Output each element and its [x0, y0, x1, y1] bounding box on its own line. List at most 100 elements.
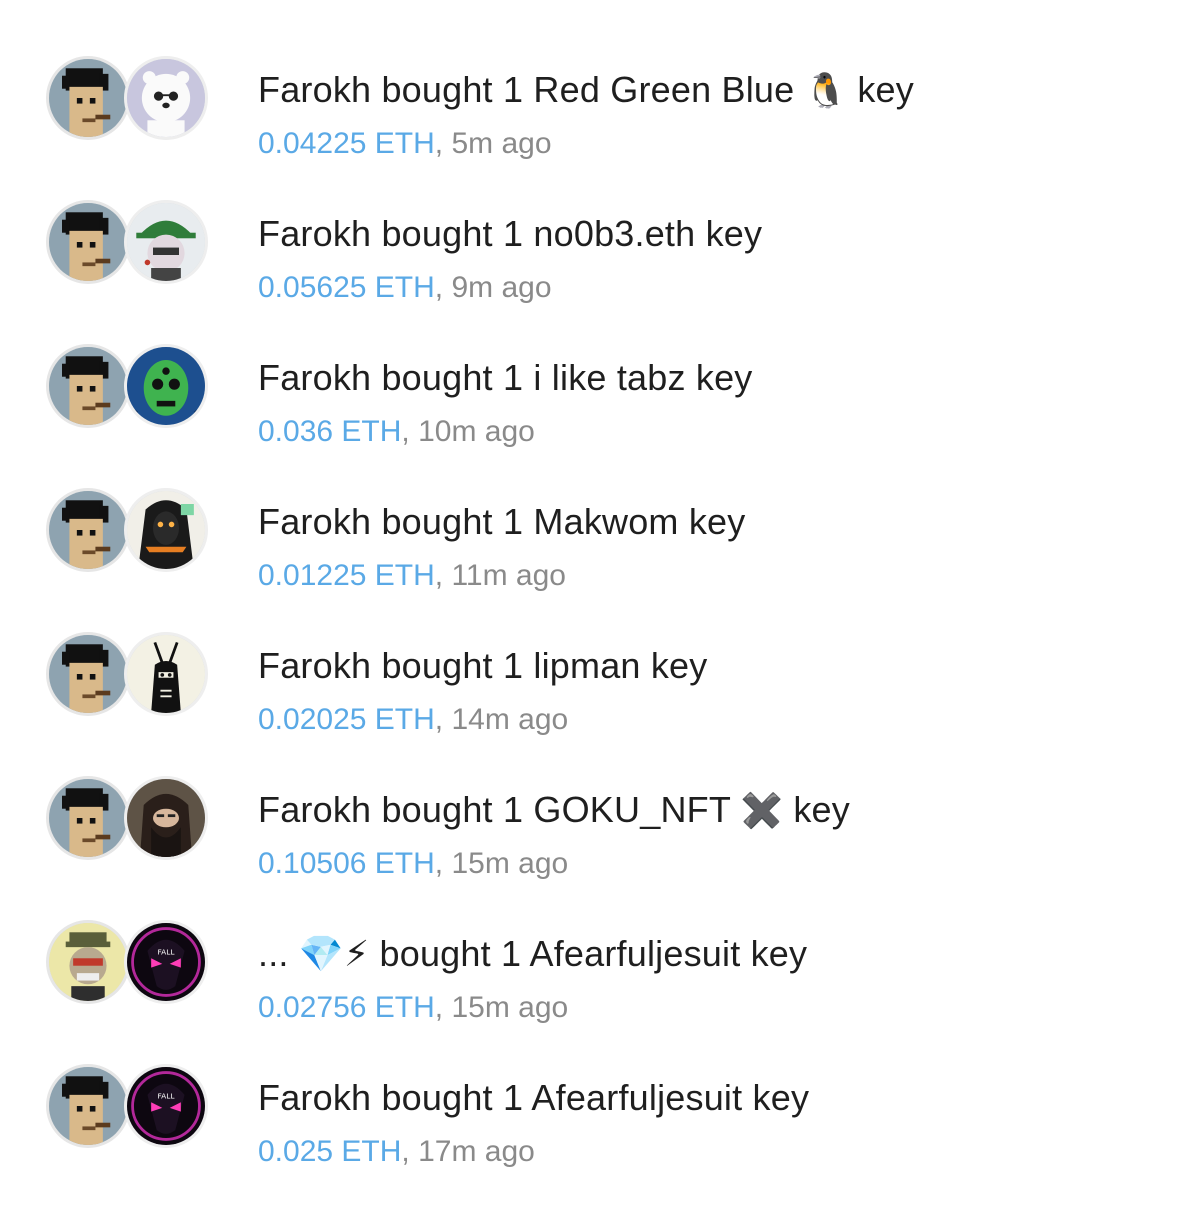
- timestamp: 5m ago: [451, 127, 552, 160]
- key-label: key: [650, 645, 708, 686]
- timestamp: 9m ago: [451, 271, 552, 304]
- punk-avatar[interactable]: [46, 632, 130, 716]
- separator: ,: [434, 127, 444, 160]
- activity-row[interactable]: FALL Farokh bought 1 Afearfuljesuit key …: [0, 1064, 1200, 1208]
- activity-headline: Farokh bought 1 GOKU_NFT ✖️ key: [258, 788, 850, 833]
- avatar-pair: [46, 632, 216, 728]
- action-verb: bought: [379, 933, 491, 974]
- buyer-name[interactable]: Farokh: [258, 69, 371, 110]
- activity-meta: 0.025 ETH, 17m ago: [258, 1134, 535, 1170]
- subject-name[interactable]: lipman: [533, 645, 640, 686]
- key-label: key: [705, 213, 763, 254]
- buyer-name[interactable]: Farokh: [258, 645, 371, 686]
- activity-meta: 0.05625 ETH, 9m ago: [258, 270, 552, 306]
- activity-row[interactable]: Farokh bought 1 Red Green Blue 🐧 key 0.0…: [0, 56, 1200, 200]
- subject-name[interactable]: Afearfuljesuit: [531, 1077, 742, 1118]
- subject-name[interactable]: Makwom: [533, 501, 678, 542]
- avatar-pair: [46, 200, 216, 296]
- subject-name[interactable]: no0b3.eth: [533, 213, 695, 254]
- svg-text:FALL: FALL: [158, 1092, 176, 1101]
- activity-row[interactable]: Farokh bought 1 Makwom key 0.01225 ETH, …: [0, 488, 1200, 632]
- subject-name[interactable]: Red Green Blue: [533, 69, 794, 110]
- buyer-name[interactable]: Farokh: [258, 501, 371, 542]
- price[interactable]: 0.01225 ETH: [258, 559, 435, 592]
- key-label: key: [695, 357, 753, 398]
- veiled-person-avatar[interactable]: [124, 776, 208, 860]
- action-verb: bought: [381, 501, 493, 542]
- quantity: 1: [502, 69, 524, 110]
- alien-avatar[interactable]: FALL: [124, 920, 208, 1004]
- buyer-name[interactable]: Farokh: [258, 357, 371, 398]
- buyer-name[interactable]: Farokh: [258, 213, 371, 254]
- ape-avatar[interactable]: [46, 920, 130, 1004]
- avatar-pair: FALL: [46, 1064, 216, 1160]
- quantity: 1: [502, 213, 524, 254]
- activity-row[interactable]: Farokh bought 1 GOKU_NFT ✖️ key 0.10506 …: [0, 776, 1200, 920]
- punk-avatar[interactable]: [46, 344, 130, 428]
- polar-bear-avatar[interactable]: [124, 56, 208, 140]
- cap-character-avatar[interactable]: [124, 200, 208, 284]
- price[interactable]: 0.04225 ETH: [258, 127, 435, 160]
- avatar-pair: [46, 488, 216, 584]
- action-verb: bought: [381, 69, 493, 110]
- separator: ,: [434, 271, 444, 304]
- quantity: 1: [502, 501, 524, 542]
- price[interactable]: 0.10506 ETH: [258, 847, 435, 880]
- subject-name[interactable]: i like tabz: [533, 357, 685, 398]
- activity-meta: 0.02025 ETH, 14m ago: [258, 702, 568, 738]
- activity-row[interactable]: Farokh bought 1 i like tabz key 0.036 ET…: [0, 344, 1200, 488]
- hooded-figure-avatar[interactable]: [124, 488, 208, 572]
- subject-name[interactable]: Afearfuljesuit: [529, 933, 740, 974]
- action-verb: bought: [381, 357, 493, 398]
- activity-headline: Farokh bought 1 Red Green Blue 🐧 key: [258, 68, 914, 113]
- penguin-icon: 🐧: [804, 71, 848, 111]
- separator: ,: [434, 703, 444, 736]
- timestamp: 10m ago: [418, 415, 535, 448]
- key-label: key: [752, 1077, 810, 1118]
- key-label: key: [688, 501, 746, 542]
- price[interactable]: 0.02025 ETH: [258, 703, 435, 736]
- separator: ,: [401, 1135, 410, 1168]
- separator: ,: [434, 991, 444, 1024]
- alien-avatar[interactable]: FALL: [124, 1064, 208, 1148]
- activity-headline: Farokh bought 1 Afearfuljesuit key: [258, 1076, 809, 1120]
- activity-headline: Farokh bought 1 lipman key: [258, 644, 707, 688]
- punk-avatar[interactable]: [46, 1064, 130, 1148]
- buyer-name[interactable]: ... 💎⚡: [258, 933, 369, 974]
- buyer-name[interactable]: Farokh: [258, 789, 371, 830]
- avatar-pair: [46, 344, 216, 440]
- action-verb: bought: [381, 1077, 493, 1118]
- price[interactable]: 0.02756 ETH: [258, 991, 435, 1024]
- price[interactable]: 0.05625 ETH: [258, 271, 435, 304]
- punk-avatar[interactable]: [46, 200, 130, 284]
- activity-meta: 0.10506 ETH, 15m ago: [258, 846, 568, 882]
- timestamp: 17m ago: [418, 1135, 535, 1168]
- activity-row[interactable]: Farokh bought 1 no0b3.eth key 0.05625 ET…: [0, 200, 1200, 344]
- punk-avatar[interactable]: [46, 56, 130, 140]
- punk-avatar[interactable]: [46, 776, 130, 860]
- cross-mark-icon: ✖️: [740, 791, 784, 831]
- timestamp: 15m ago: [451, 847, 569, 880]
- key-label: key: [793, 789, 850, 830]
- subject-name[interactable]: GOKU_NFT: [533, 789, 730, 830]
- quantity: 1: [501, 933, 522, 974]
- action-verb: bought: [381, 789, 493, 830]
- price[interactable]: 0.025 ETH: [258, 1135, 401, 1168]
- activity-row[interactable]: FALL ... 💎⚡ bought 1 Afearfuljesuit key …: [0, 920, 1200, 1064]
- separator: ,: [434, 847, 444, 880]
- quantity: 1: [502, 789, 524, 830]
- key-label: key: [750, 933, 808, 974]
- activity-meta: 0.01225 ETH, 11m ago: [258, 558, 566, 594]
- green-skull-avatar[interactable]: [124, 344, 208, 428]
- timestamp: 11m ago: [451, 559, 566, 592]
- key-label: key: [857, 69, 914, 110]
- price[interactable]: 0.036 ETH: [258, 415, 401, 448]
- buyer-name[interactable]: Farokh: [258, 1077, 371, 1118]
- quantity: 1: [502, 357, 524, 398]
- antenna-creature-avatar[interactable]: [124, 632, 208, 716]
- quantity: 1: [502, 645, 524, 686]
- separator: ,: [401, 415, 410, 448]
- activity-row[interactable]: Farokh bought 1 lipman key 0.02025 ETH, …: [0, 632, 1200, 776]
- punk-avatar[interactable]: [46, 488, 130, 572]
- avatar-pair: [46, 56, 216, 152]
